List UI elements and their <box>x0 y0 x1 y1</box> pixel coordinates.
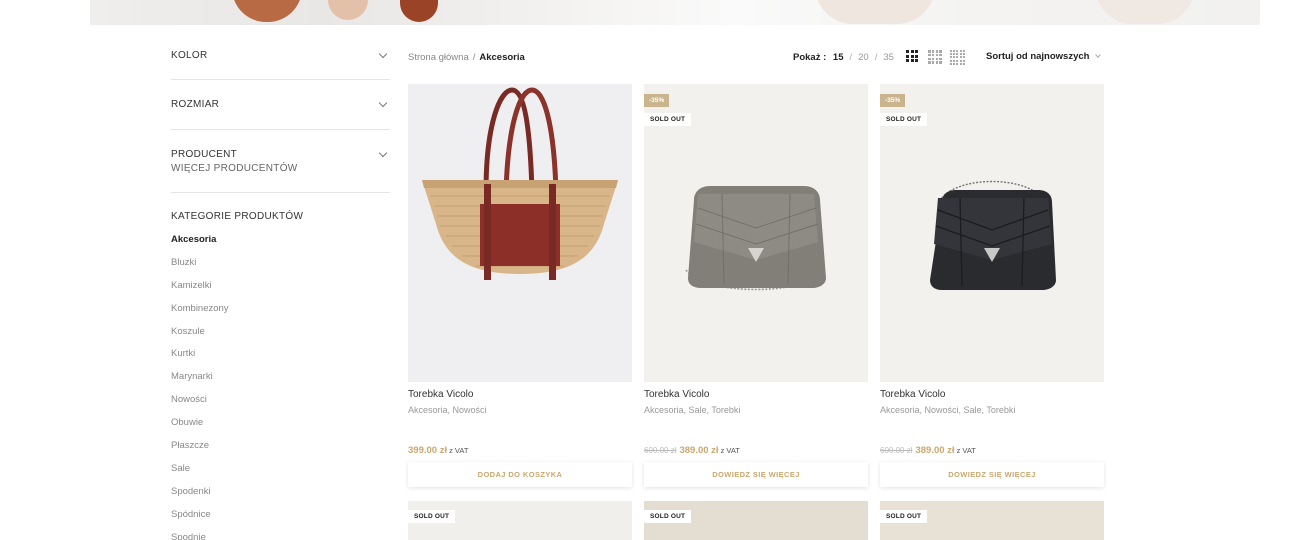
product-name[interactable]: Torebka Vicolo <box>408 389 632 400</box>
product-price: 600.00 zł 389.00 zł z VAT <box>880 445 1104 456</box>
categories-heading: KATEGORIE PRODUKTÓW <box>171 211 304 222</box>
price-vat-note: z VAT <box>449 446 469 455</box>
product-card-partial[interactable]: SOLD OUT <box>644 501 868 540</box>
product-name[interactable]: Torebka Vicolo <box>880 389 1104 400</box>
price-vat-note: z VAT <box>956 446 976 455</box>
per-page-label: Pokaż : <box>793 52 827 63</box>
sort-dropdown[interactable]: Sortuj od najnowszych <box>986 51 1104 62</box>
black-quilted-bag-image <box>930 180 1056 290</box>
learn-more-button[interactable]: DOWIEDZ SIĘ WIĘCEJ <box>880 462 1104 487</box>
category-list: Akcesoria Bluzki Kamizelki Kombinezony K… <box>171 229 390 540</box>
hero-model-photo-left <box>210 0 510 25</box>
learn-more-button[interactable]: DOWIEDZ SIĘ WIĘCEJ <box>644 462 868 487</box>
category-item-nowosci[interactable]: Nowości <box>171 389 390 412</box>
grid-5-columns-icon[interactable] <box>950 50 965 65</box>
product-card: Torebka Vicolo Akcesoria, Nowości 399.00… <box>408 84 632 487</box>
filter-sidebar: KOLOR ROZMIAR PRODUCENT WIĘCEJ PRODUCENT… <box>171 25 390 540</box>
chevron-down-icon <box>1095 52 1101 58</box>
hero-banner <box>0 0 1300 25</box>
sort-selected-value: Sortuj od najnowszych <box>986 51 1090 62</box>
per-page-option-20[interactable]: 20 <box>858 52 869 63</box>
filter-producer[interactable]: PRODUCENT WIĘCEJ PRODUCENTÓW <box>171 130 390 193</box>
product-image[interactable]: -35% SOLD OUT <box>644 84 868 382</box>
per-page-option-35[interactable]: 35 <box>883 52 894 63</box>
price-current: 399.00 zł <box>408 445 448 456</box>
discount-badge: -35% <box>644 94 670 107</box>
price-old: 600.00 zł <box>644 446 677 455</box>
product-price: 600.00 zł 389.00 zł z VAT <box>644 445 868 456</box>
straw-basket-bag-image <box>422 87 618 280</box>
sold-out-badge: SOLD OUT <box>644 113 692 126</box>
product-categories[interactable]: Akcesoria, Sale, Torebki <box>644 405 868 415</box>
filter-color[interactable]: KOLOR <box>171 25 390 80</box>
category-item-plaszcze[interactable]: Płaszcze <box>171 435 390 458</box>
breadcrumb-separator: / <box>472 52 476 63</box>
grid-3-columns-icon[interactable] <box>906 50 918 62</box>
category-item-spodenki[interactable]: Spodenki <box>171 481 390 504</box>
product-card-partial[interactable]: SOLD OUT <box>880 501 1104 540</box>
product-name[interactable]: Torebka Vicolo <box>644 389 868 400</box>
category-item-kamizelki[interactable]: Kamizelki <box>171 275 390 298</box>
price-current: 389.00 zł <box>915 445 955 456</box>
grid-4-columns-icon[interactable] <box>928 50 942 64</box>
product-categories[interactable]: Akcesoria, Nowości, Sale, Torebki <box>880 405 1104 415</box>
price-vat-note: z VAT <box>720 446 740 455</box>
category-item-akcesoria[interactable]: Akcesoria <box>171 229 390 252</box>
filter-title: KOLOR <box>171 50 208 61</box>
filter-title: ROZMIAR <box>171 99 220 110</box>
category-item-spodnie[interactable]: Spodnie <box>171 527 390 540</box>
per-page-separator: / <box>874 52 878 63</box>
product-price: 399.00 zł z VAT <box>408 445 632 456</box>
product-card: -35% SOLD OUT Torebka Vicolo Akcesoria, … <box>880 84 1104 487</box>
per-page-option-15[interactable]: 15 <box>833 52 844 63</box>
breadcrumb-home-link[interactable]: Strona główna <box>408 52 469 63</box>
discount-badge: -35% <box>880 94 906 107</box>
category-item-spodnice[interactable]: Spódnice <box>171 504 390 527</box>
category-item-kombinezony[interactable]: Kombinezony <box>171 298 390 321</box>
per-page-selector: Pokaż : 15 / 20 / 35 <box>793 52 894 63</box>
sold-out-badge: SOLD OUT <box>880 113 928 126</box>
grey-quilted-bag-image <box>685 186 826 291</box>
category-item-sale[interactable]: Sale <box>171 458 390 481</box>
product-categories[interactable]: Akcesoria, Nowości <box>408 405 632 415</box>
per-page-separator: / <box>849 52 853 63</box>
product-card-partial[interactable]: SOLD OUT <box>408 501 632 540</box>
hero-model-photo-right <box>755 0 1255 25</box>
price-old: 600.00 zł <box>880 446 913 455</box>
price-current: 389.00 zł <box>679 445 719 456</box>
category-item-obuwie[interactable]: Obuwie <box>171 412 390 435</box>
category-item-bluzki[interactable]: Bluzki <box>171 252 390 275</box>
filter-title: PRODUCENT <box>171 149 238 160</box>
product-card: -35% SOLD OUT Torebka Vicolo Akcesoria, … <box>644 84 868 487</box>
filter-size[interactable]: ROZMIAR <box>171 80 390 130</box>
category-item-koszule[interactable]: Koszule <box>171 321 390 344</box>
sold-out-badge: SOLD OUT <box>880 510 928 523</box>
product-image[interactable] <box>408 84 632 382</box>
category-item-kurtki[interactable]: Kurtki <box>171 343 390 366</box>
breadcrumb-current: Akcesoria <box>479 52 525 63</box>
breadcrumb: Strona główna / Akcesoria <box>408 52 525 63</box>
sold-out-badge: SOLD OUT <box>408 510 456 523</box>
product-image[interactable]: -35% SOLD OUT <box>880 84 1104 382</box>
add-to-cart-button[interactable]: DODAJ DO KOSZYKA <box>408 462 632 487</box>
category-item-marynarki[interactable]: Marynarki <box>171 366 390 389</box>
more-producers-link[interactable]: WIĘCEJ PRODUCENTÓW <box>171 163 390 174</box>
sold-out-badge: SOLD OUT <box>644 510 692 523</box>
